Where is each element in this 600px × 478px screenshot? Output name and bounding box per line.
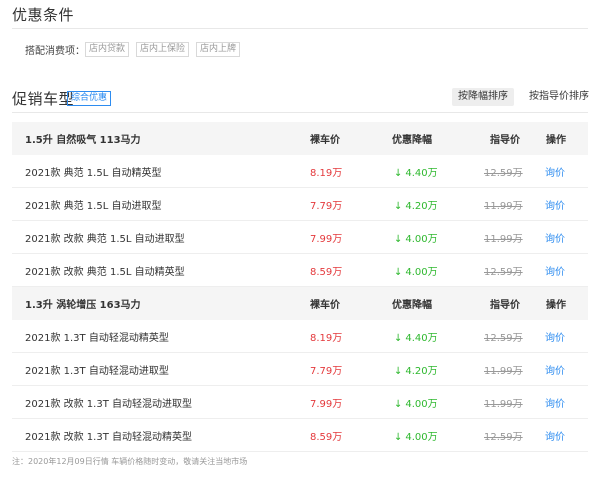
model-name: 2021款 1.3T 自动轻混动精英型 <box>25 332 169 344</box>
guide-price: 12.59万 <box>484 332 523 344</box>
down-arrow-icon: ↓ <box>394 431 403 443</box>
price-drop-value: 4.20万 <box>405 200 438 212</box>
price-drop: ↓ 4.20万 <box>394 197 438 212</box>
price-drop: ↓ 4.20万 <box>394 362 438 377</box>
down-arrow-icon: ↓ <box>394 200 403 212</box>
model-name: 2021款 典范 1.5L 自动进取型 <box>25 200 162 212</box>
bare-price: 7.79万 <box>310 365 343 377</box>
inquire-link[interactable]: 询价 <box>545 230 565 245</box>
table-row: 2021款 改款 典范 1.5L 自动精英型 8.59万 ↓ 4.00万 12.59万 询… <box>12 254 588 287</box>
promo-title: 促销车型 <box>12 90 75 108</box>
price-drop: ↓ 4.00万 <box>394 263 438 278</box>
sort-by-drop-button[interactable]: 按降幅排序 <box>452 88 514 106</box>
column-header-drop: 优惠降幅 <box>392 300 432 311</box>
bare-price: 8.19万 <box>310 167 343 179</box>
down-arrow-icon: ↓ <box>394 167 403 179</box>
down-arrow-icon: ↓ <box>394 398 403 410</box>
group-header: 1.5升 自然吸气 113马力 裸车价 优惠降幅 指导价 操作 <box>12 122 588 155</box>
model-name: 2021款 1.3T 自动轻混动进取型 <box>25 365 169 377</box>
guide-price: 11.99万 <box>484 398 523 410</box>
guide-price: 11.99万 <box>484 200 523 212</box>
guide-price: 11.99万 <box>484 233 523 245</box>
group-header: 1.3升 涡轮增压 163马力 裸车价 优惠降幅 指导价 操作 <box>12 287 588 320</box>
guide-price: 12.59万 <box>484 431 523 443</box>
down-arrow-icon: ↓ <box>394 365 403 377</box>
inquire-link[interactable]: 询价 <box>545 197 565 212</box>
bare-price: 7.79万 <box>310 200 343 212</box>
conditions-row: 搭配消费项： 店内贷款 店内上保险 店内上牌 <box>25 42 247 57</box>
divider <box>12 112 588 113</box>
price-drop-value: 4.40万 <box>405 332 438 344</box>
column-header-op: 操作 <box>546 300 566 311</box>
down-arrow-icon: ↓ <box>394 266 403 278</box>
price-drop: ↓ 4.00万 <box>394 395 438 410</box>
bare-price: 8.59万 <box>310 266 343 278</box>
conditions-title: 优惠条件 <box>12 6 75 24</box>
inquire-link[interactable]: 询价 <box>545 428 565 443</box>
column-header-guide: 指导价 <box>490 300 520 311</box>
model-name: 2021款 改款 典范 1.5L 自动精英型 <box>25 266 185 278</box>
price-drop-value: 4.20万 <box>405 365 438 377</box>
footnote: 注：2020年12月09日行情 车辆价格随时变动，敬请关注当地市场 <box>12 457 248 466</box>
overall-discount-badge[interactable]: 综合优惠 <box>67 91 112 106</box>
promo-table: 1.5升 自然吸气 113马力 裸车价 优惠降幅 指导价 操作 2021款 典范 1.5L… <box>12 122 588 452</box>
conditions-label: 搭配消费项： <box>25 46 85 57</box>
price-drop: ↓ 4.40万 <box>394 164 438 179</box>
inquire-link[interactable]: 询价 <box>545 362 565 377</box>
table-row: 2021款 1.3T 自动轻混动进取型 7.79万 ↓ 4.20万 11.99万 询价 <box>12 353 588 386</box>
divider <box>12 28 588 29</box>
model-name: 2021款 改款 1.3T 自动轻混动进取型 <box>25 398 192 410</box>
column-header-price: 裸车价 <box>310 135 340 146</box>
guide-price: 12.59万 <box>484 266 523 278</box>
price-drop: ↓ 4.00万 <box>394 230 438 245</box>
sort-by-guide-price-button[interactable]: 按指导价排序 <box>523 88 595 106</box>
group-name: 1.3升 涡轮增压 163马力 <box>25 300 141 311</box>
table-row: 2021款 典范 1.5L 自动进取型 7.79万 ↓ 4.20万 11.99万 询价 <box>12 188 588 221</box>
bare-price: 7.99万 <box>310 398 343 410</box>
bare-price: 7.99万 <box>310 233 343 245</box>
table-row: 2021款 改款 典范 1.5L 自动进取型 7.99万 ↓ 4.00万 11.99万 询… <box>12 221 588 254</box>
bare-price: 8.59万 <box>310 431 343 443</box>
column-header-guide: 指导价 <box>490 135 520 146</box>
down-arrow-icon: ↓ <box>394 233 403 245</box>
price-drop-value: 4.00万 <box>405 266 438 278</box>
price-drop-value: 4.00万 <box>405 398 438 410</box>
column-header-op: 操作 <box>546 135 566 146</box>
model-name: 2021款 典范 1.5L 自动精英型 <box>25 167 162 179</box>
inquire-link[interactable]: 询价 <box>545 329 565 344</box>
group-name: 1.5升 自然吸气 113马力 <box>25 135 141 146</box>
down-arrow-icon: ↓ <box>394 332 403 344</box>
price-drop-value: 4.00万 <box>405 233 438 245</box>
table-row: 2021款 典范 1.5L 自动精英型 8.19万 ↓ 4.40万 12.59万 询价 <box>12 155 588 188</box>
condition-tag-insurance: 店内上保险 <box>136 42 190 57</box>
guide-price: 11.99万 <box>484 365 523 377</box>
column-header-price: 裸车价 <box>310 300 340 311</box>
model-name: 2021款 改款 典范 1.5L 自动进取型 <box>25 233 185 245</box>
price-drop: ↓ 4.00万 <box>394 428 438 443</box>
table-row: 2021款 改款 1.3T 自动轻混动进取型 7.99万 ↓ 4.00万 11.99万 询… <box>12 386 588 419</box>
price-drop: ↓ 4.40万 <box>394 329 438 344</box>
bare-price: 8.19万 <box>310 332 343 344</box>
inquire-link[interactable]: 询价 <box>545 164 565 179</box>
inquire-link[interactable]: 询价 <box>545 263 565 278</box>
price-drop-value: 4.00万 <box>405 431 438 443</box>
condition-tag-loan: 店内贷款 <box>85 42 130 57</box>
model-name: 2021款 改款 1.3T 自动轻混动精英型 <box>25 431 192 443</box>
column-header-drop: 优惠降幅 <box>392 135 432 146</box>
guide-price: 12.59万 <box>484 167 523 179</box>
table-row: 2021款 改款 1.3T 自动轻混动精英型 8.59万 ↓ 4.00万 12.59万 询… <box>12 419 588 452</box>
price-drop-value: 4.40万 <box>405 167 438 179</box>
inquire-link[interactable]: 询价 <box>545 395 565 410</box>
table-row: 2021款 1.3T 自动轻混动精英型 8.19万 ↓ 4.40万 12.59万 询价 <box>12 320 588 353</box>
condition-tag-plate: 店内上牌 <box>196 42 241 57</box>
